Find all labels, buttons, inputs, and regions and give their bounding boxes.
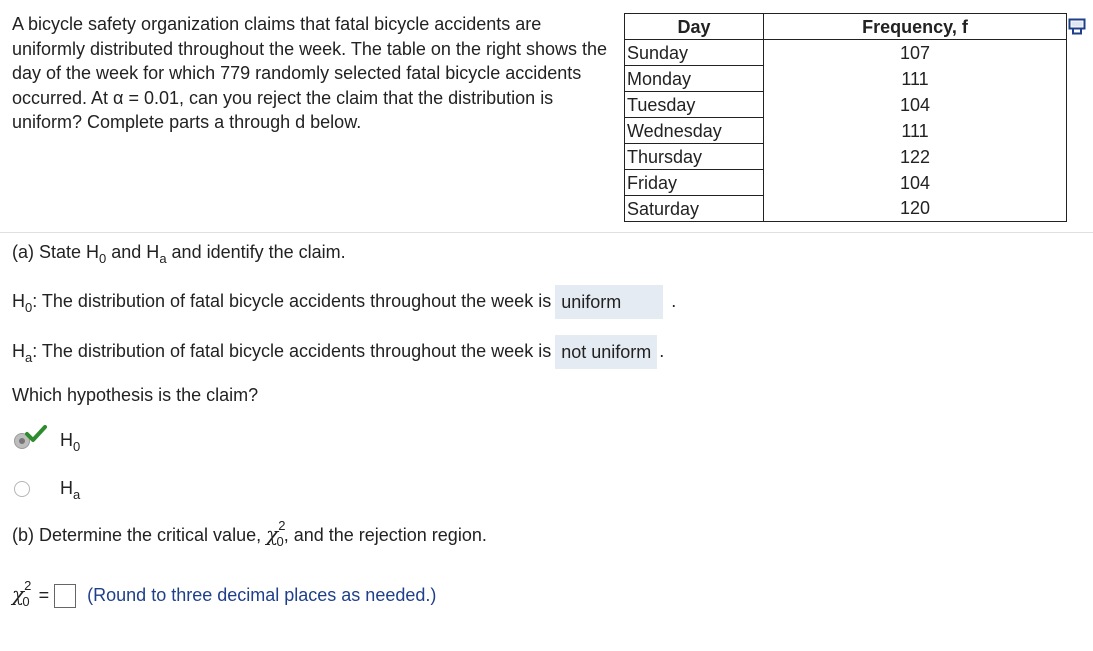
null-hypothesis-statement: H0: The distribution of fatal bicycle ac… — [12, 285, 676, 319]
column-header-day: Day — [624, 13, 764, 40]
table-row: Saturday 120 — [624, 195, 1067, 222]
column-header-frequency: Frequency, f — [763, 13, 1067, 40]
day-cell: Saturday — [624, 195, 764, 222]
part-a-heading: (a) State H0 and Ha and identify the cla… — [12, 242, 346, 266]
day-cell: Monday — [624, 65, 764, 92]
option-h0[interactable]: H0 — [14, 424, 81, 454]
option-ha[interactable]: Ha — [14, 478, 81, 502]
frequency-cell: 104 — [763, 91, 1067, 118]
h0-answer-dropdown[interactable]: uniform — [555, 285, 664, 319]
table-row: Sunday 107 — [624, 39, 1067, 66]
frequency-cell: 122 — [763, 143, 1067, 170]
frequency-cell: 104 — [763, 169, 1067, 196]
critical-value-equation: χ20 = (Round to three decimal places as … — [12, 578, 437, 609]
day-cell: Thursday — [624, 143, 764, 170]
table-row: Tuesday 104 — [624, 91, 1067, 118]
frequency-cell: 111 — [763, 65, 1067, 92]
critical-value-input[interactable] — [54, 584, 77, 609]
alternative-hypothesis-statement: Ha: The distribution of fatal bicycle ac… — [12, 335, 664, 369]
day-cell: Tuesday — [624, 91, 764, 118]
day-cell: Sunday — [624, 39, 764, 66]
ha-answer-dropdown[interactable]: not uniform — [555, 335, 658, 369]
rounding-hint: (Round to three decimal places as needed… — [87, 585, 437, 605]
frequency-cell: 120 — [763, 195, 1067, 222]
table-row: Monday 111 — [624, 65, 1067, 92]
claim-question: Which hypothesis is the claim? — [12, 385, 259, 405]
frequency-cell: 111 — [763, 117, 1067, 144]
option-label: H0 — [60, 430, 81, 454]
frequency-cell: 107 — [763, 39, 1067, 66]
part-b-heading: (b) Determine the critical value, χ20, a… — [12, 518, 487, 549]
copy-to-clipboard-icon[interactable] — [1067, 16, 1087, 36]
radio-ha[interactable] — [14, 480, 30, 497]
frequency-table: Day Frequency, f Sunday 107 Monday 111 Tue… — [624, 13, 1067, 222]
problem-statement: A bicycle safety organization claims tha… — [12, 14, 608, 132]
day-cell: Friday — [624, 169, 764, 196]
table-row: Wednesday 111 — [624, 117, 1067, 144]
checkmark-icon — [25, 424, 47, 442]
option-label: Ha — [60, 478, 81, 502]
radio-h0[interactable] — [14, 424, 47, 449]
day-cell: Wednesday — [624, 117, 764, 144]
section-divider — [0, 232, 1093, 233]
table-row: Thursday 122 — [624, 143, 1067, 170]
table-row: Friday 104 — [624, 169, 1067, 196]
